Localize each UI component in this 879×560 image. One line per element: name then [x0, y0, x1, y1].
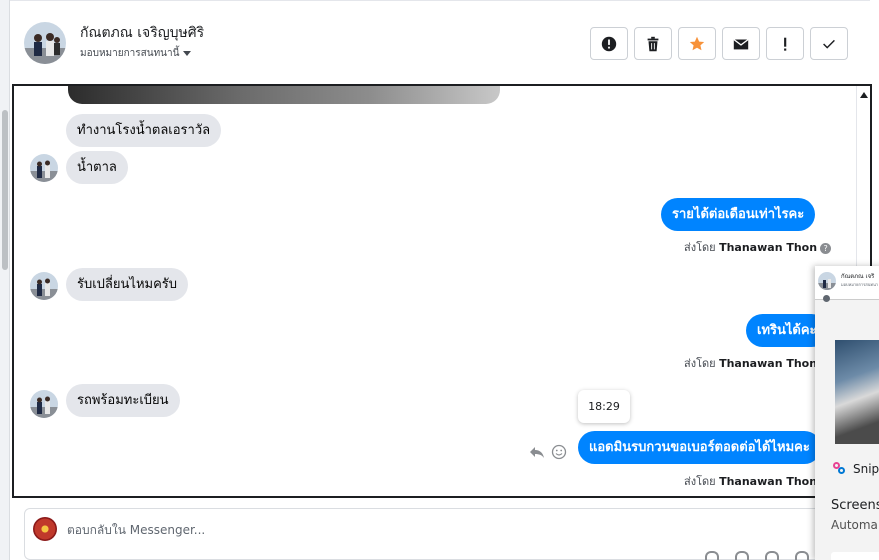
sent-by-label: ส่งโดย Thanawan Thon? [684, 238, 832, 256]
left-scrollbar[interactable] [0, 0, 10, 560]
snip-app-label: Snip [833, 462, 879, 476]
message-thread[interactable]: ทำงานโรงน้ำตลเอราวัล น้ำตาล รายได้ต่อเดื… [12, 84, 872, 498]
outgoing-message[interactable]: แอดมินรบกวนขอเบอร์ตอดต่อได้ไหมคะ [578, 431, 821, 464]
star-icon [689, 36, 705, 50]
reply-input[interactable]: ตอบกลับใน Messenger... [67, 521, 205, 540]
sent-by-name: Thanawan Thon [719, 241, 818, 254]
snip-tool-icon [833, 462, 847, 476]
envelope-icon [733, 38, 749, 49]
preview-avatar [818, 272, 836, 290]
message-actions [529, 444, 567, 460]
preview-dot [823, 295, 830, 302]
image-icon[interactable] [735, 551, 749, 560]
sent-by-prefix: ส่งโดย [684, 241, 716, 254]
assign-dropdown[interactable]: มอบหมายการสนทนานี้ [80, 46, 192, 61]
scroll-up-arrow-icon[interactable] [860, 92, 868, 98]
emoji-icon[interactable] [551, 444, 567, 460]
snip-label: Snip [853, 462, 879, 476]
star-button[interactable] [678, 27, 716, 60]
page-avatar [33, 517, 57, 541]
snip-notification[interactable]: กัณตภณ เจริ มอบหมายการสนทนา Snip Screens… [815, 266, 879, 560]
timestamp-tooltip: 18:29 [578, 390, 630, 423]
incoming-message[interactable]: น้ำตาล [66, 151, 128, 184]
check-icon [823, 39, 835, 49]
caret-down-icon [183, 50, 192, 56]
sender-avatar [30, 154, 58, 182]
preview-name: กัณตภณ เจริ [841, 273, 875, 280]
assign-label: มอบหมายการสนทนานี้ [80, 48, 180, 59]
incoming-message[interactable]: รถพร้อมทะเบียน [66, 384, 180, 417]
conversation-header: กัณตภณ เจริญบุษศิริ มอบหมายการสนทนานี้ [10, 0, 870, 84]
sent-by-label: ส่งโดย Thanawan Thon [684, 472, 817, 490]
reply-icon[interactable] [529, 444, 545, 460]
contact-name[interactable]: กัณตภณ เจริญบุษศิริ [80, 22, 204, 44]
incoming-message[interactable]: รับเปลี่ยนไหมครับ [66, 268, 189, 301]
inbox-page: กัณตภณ เจริญบุษศิริ มอบหมายการสนทนานี้ ท… [0, 0, 879, 560]
left-scrollbar-thumb[interactable] [2, 110, 8, 270]
mail-button[interactable] [722, 27, 760, 60]
outgoing-message[interactable]: รายได้ต่อเดือนเท่าไรคะ [661, 198, 816, 231]
contact-avatar[interactable] [24, 22, 66, 64]
notification-subtitle: Automa [831, 518, 878, 532]
like-icon[interactable] [795, 551, 809, 560]
action-toolbar [590, 27, 848, 60]
shared-image[interactable] [68, 86, 500, 104]
done-button[interactable] [810, 27, 848, 60]
incoming-message[interactable]: ทำงานโรงน้ำตลเอราวัล [66, 114, 222, 147]
sent-by-name: Thanawan Thon [719, 357, 818, 370]
notification-button[interactable] [831, 552, 879, 560]
sender-avatar [30, 390, 58, 418]
sent-by-name: Thanawan Thon [719, 475, 818, 488]
emoji-picker-icon[interactable] [765, 551, 779, 560]
attachment-icon[interactable] [705, 551, 719, 560]
exclamation-icon [784, 37, 787, 51]
notification-title: Screens [831, 498, 879, 513]
help-icon[interactable]: ? [820, 242, 832, 254]
sent-by-prefix: ส่งโดย [684, 475, 716, 488]
trash-icon [647, 36, 659, 51]
delete-button[interactable] [634, 27, 672, 60]
sent-by-label: ส่งโดย Thanawan Thon [684, 354, 817, 372]
preview-sub: มอบหมายการสนทนา [841, 282, 879, 287]
follow-up-button[interactable] [766, 27, 804, 60]
alert-circle-icon [601, 36, 617, 51]
sender-avatar [30, 272, 58, 300]
sent-by-prefix: ส่งโดย [684, 357, 716, 370]
screenshot-thumbnail[interactable] [835, 340, 879, 444]
composer-tools [705, 551, 809, 560]
reply-composer: ตอบกลับใน Messenger... [24, 508, 854, 560]
mark-spam-button[interactable] [590, 27, 628, 60]
